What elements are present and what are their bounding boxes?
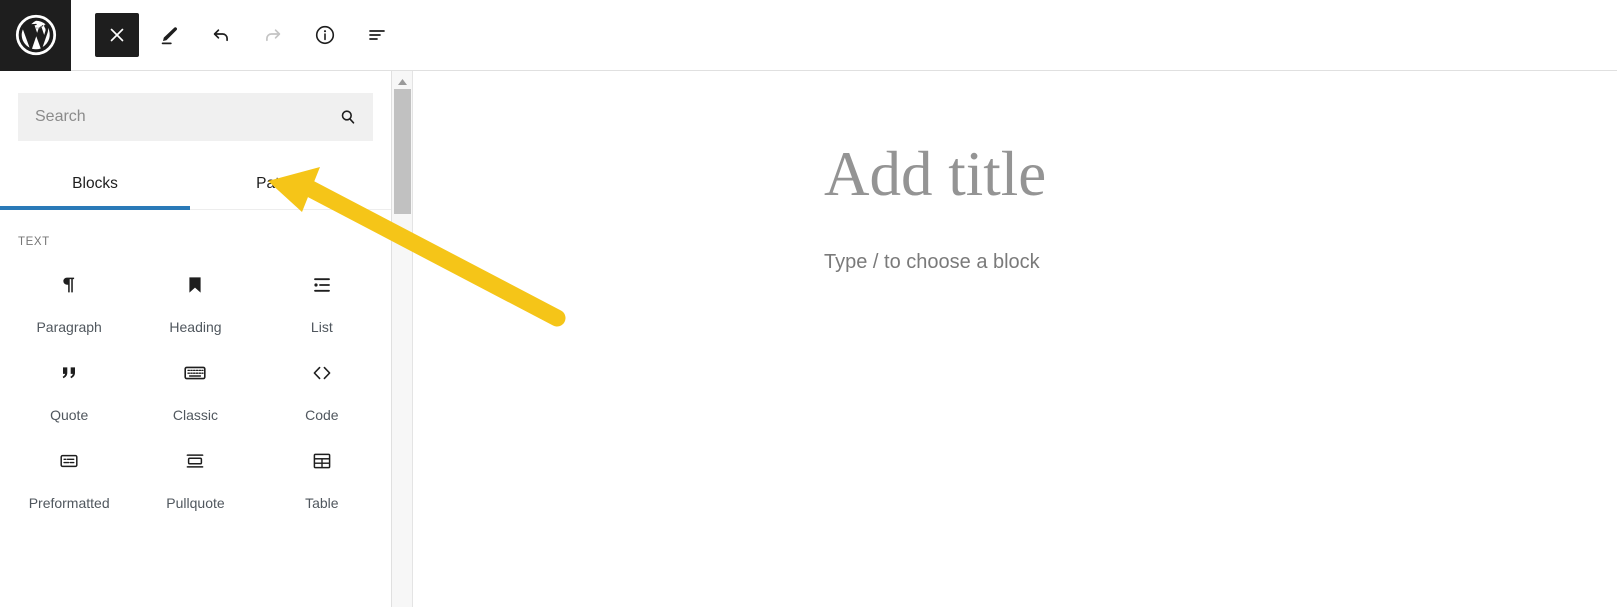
preformatted-box-icon [57,448,81,474]
editor-canvas[interactable]: Add title Type / to choose a block [414,71,1617,607]
info-circle-icon [315,25,335,45]
block-item-label: Paragraph [36,319,102,335]
quote-marks-icon [57,360,81,386]
details-button[interactable] [303,13,347,57]
post-title-placeholder[interactable]: Add title [824,143,1046,206]
block-item-label: Code [305,407,339,423]
block-item-preformatted[interactable]: Preformatted [6,432,132,520]
edit-button[interactable] [147,13,191,57]
classic-keyboard-icon [182,360,208,386]
search-container [0,71,391,141]
block-item-list[interactable]: List [259,256,385,344]
block-item-label: Pullquote [166,495,225,511]
list-view-icon [369,30,385,40]
block-item-label: Classic [172,407,219,423]
code-brackets-icon [309,360,335,386]
redo-arrow-icon [266,29,281,42]
block-item-label: List [310,319,333,335]
close-x-icon [110,28,124,42]
search-box[interactable] [18,93,373,141]
block-item-label: Heading [169,319,222,335]
tab-blocks[interactable]: Blocks [0,163,190,210]
pullquote-icon [183,448,207,474]
undo-arrow-icon [213,29,228,42]
table-grid-icon [310,448,334,474]
undo-button[interactable] [199,13,243,57]
pencil-icon [161,27,177,45]
block-item-label: Table [305,495,339,511]
editor-header-toolbar [0,0,1617,71]
block-item-label: Quote [50,407,89,423]
inserter-tabs: Blocks Patterns [0,163,391,210]
block-item-label: Preformatted [28,495,110,511]
wordpress-block-editor: Blocks Patterns TEXT Paragraph He [0,0,1617,607]
list-view-button[interactable] [355,13,399,57]
block-item-classic[interactable]: Classic [132,344,258,432]
wordpress-logo-icon[interactable] [0,0,71,71]
scrollbar-thumb[interactable] [394,89,411,214]
header-tool-group [71,0,399,71]
default-block-placeholder[interactable]: Type / to choose a block [824,251,1040,274]
list-bullet-icon [310,272,334,298]
search-magnifier-icon[interactable] [335,104,361,130]
heading-bookmark-icon [183,272,207,298]
paragraph-pilcrow-icon [57,272,81,298]
block-inserter-panel: Blocks Patterns TEXT Paragraph He [0,71,392,607]
block-item-pullquote[interactable]: Pullquote [132,432,258,520]
scroll-up-arrow-icon[interactable] [392,73,413,90]
search-input[interactable] [18,93,373,141]
block-type-grid: Paragraph Heading List Quote Classic Cod… [0,248,391,520]
close-inserter-button[interactable] [95,13,139,57]
block-item-paragraph[interactable]: Paragraph [6,256,132,344]
block-item-table[interactable]: Table [259,432,385,520]
block-category-label: TEXT [18,236,50,248]
inserter-scrollbar[interactable] [392,71,413,607]
block-item-quote[interactable]: Quote [6,344,132,432]
redo-button[interactable] [251,13,295,57]
tab-patterns[interactable]: Patterns [190,163,380,209]
block-item-code[interactable]: Code [259,344,385,432]
block-item-heading[interactable]: Heading [132,256,258,344]
